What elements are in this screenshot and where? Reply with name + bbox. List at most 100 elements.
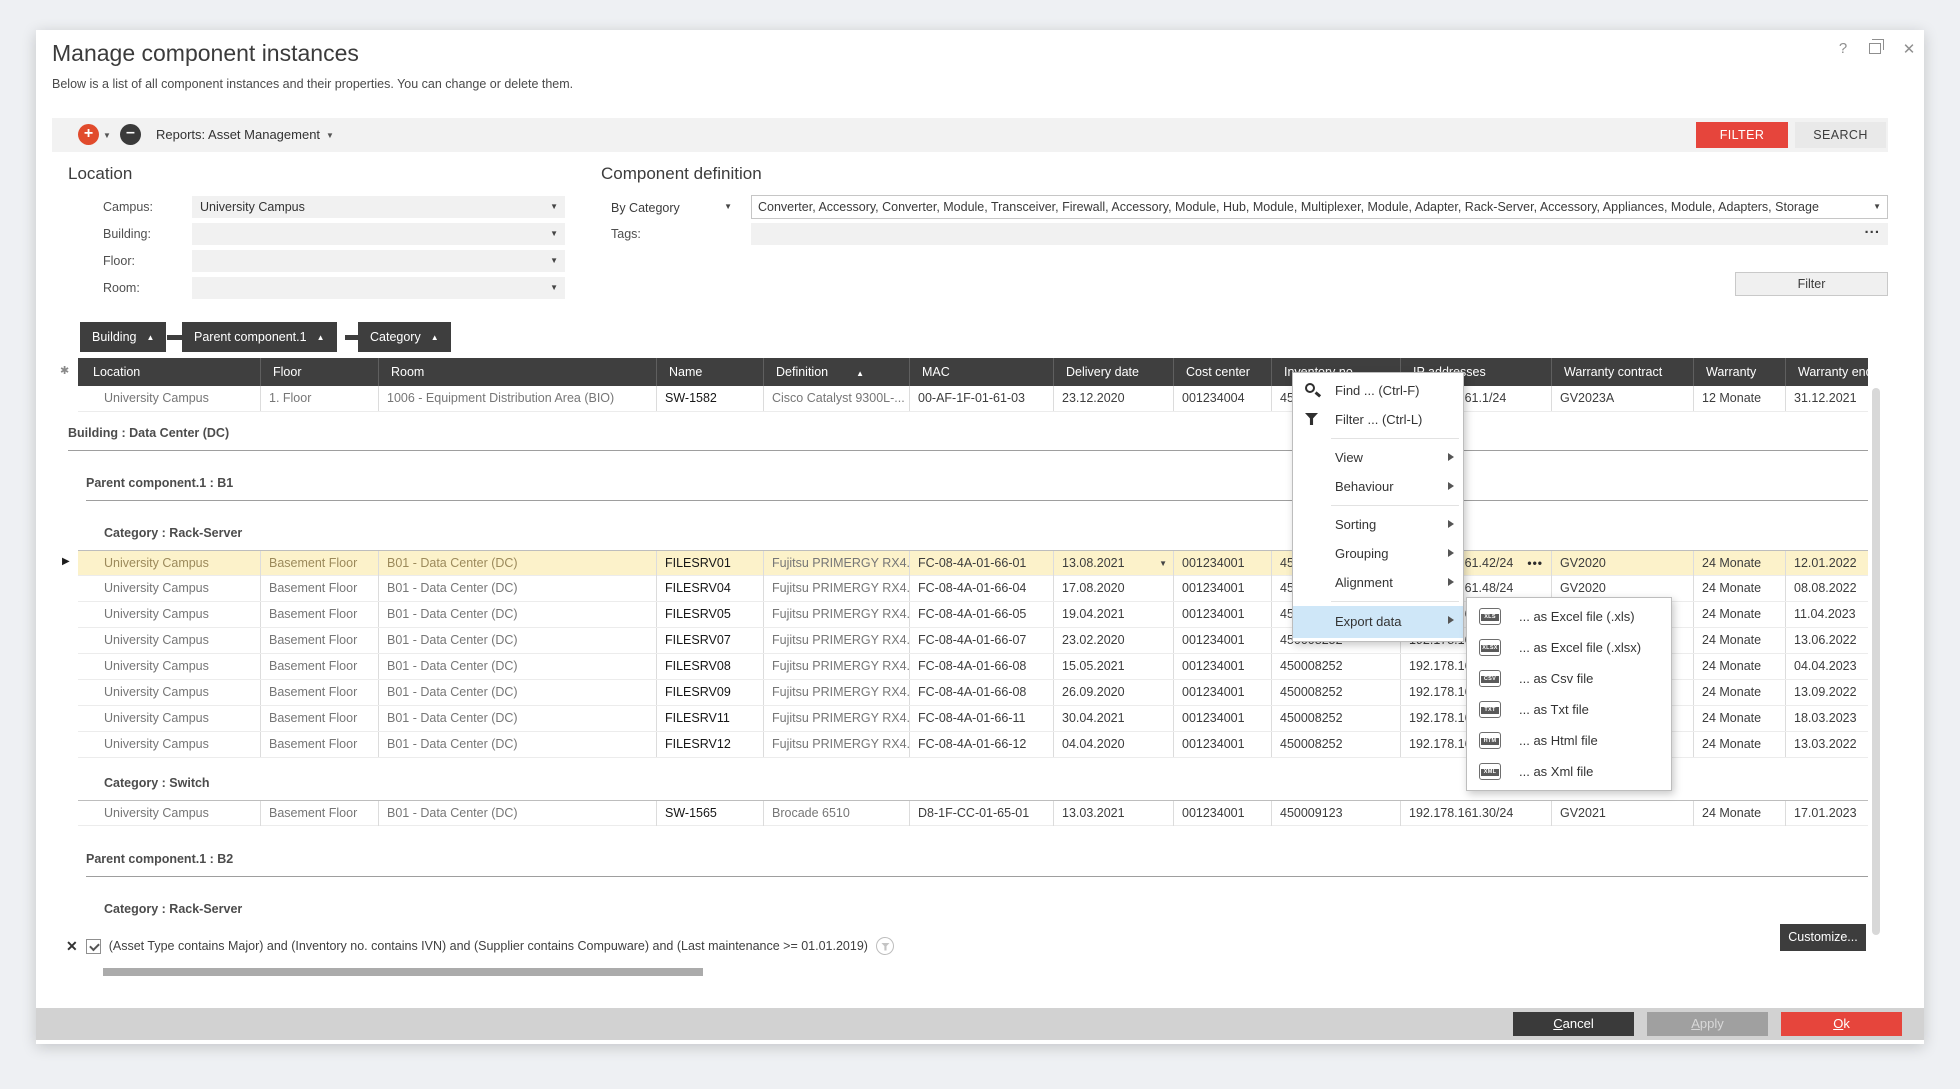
campus-select[interactable]: University Campus▼: [192, 196, 565, 218]
more-icon[interactable]: •••: [1527, 551, 1543, 576]
group-header-category-rack: Category : Rack-Server: [104, 526, 242, 540]
menu-item-alignment[interactable]: Alignment: [1293, 568, 1463, 597]
group-header-parent-b2: Parent component.1 : B2: [86, 852, 233, 866]
column-header-definition[interactable]: Definition▲: [764, 358, 910, 386]
submenu-arrow-icon: [1448, 482, 1454, 490]
filter-funnel-icon[interactable]: [876, 937, 894, 955]
horizontal-scrollbar[interactable]: [103, 968, 703, 976]
cell-warranty: 24 Monate: [1694, 706, 1786, 731]
cell-room: B01 - Data Center (DC): [379, 602, 657, 627]
group-header-category-switch: Category : Switch: [104, 776, 210, 790]
cell-floor: Basement Floor: [261, 680, 379, 705]
cell-definition: Fujitsu PRIMERGY RX4...: [764, 654, 910, 679]
cell-definition: Fujitsu PRIMERGY RX4...: [764, 628, 910, 653]
column-config-icon[interactable]: ✱: [60, 364, 69, 377]
room-select[interactable]: ▼: [192, 277, 565, 299]
cell-mac: FC-08-4A-01-66-07: [910, 628, 1054, 653]
ok-button[interactable]: Ok: [1781, 1012, 1902, 1036]
remove-button[interactable]: –: [120, 124, 141, 145]
tags-field[interactable]: ...: [751, 223, 1888, 245]
cell-warranty: 24 Monate: [1694, 654, 1786, 679]
apply-button[interactable]: Apply: [1647, 1012, 1768, 1036]
cancel-button[interactable]: Cancel: [1513, 1012, 1634, 1036]
table-rows-switch: University CampusBasement FloorB01 - Dat…: [78, 800, 1868, 826]
export-xls-menu-item[interactable]: XLS... as Excel file (.xls): [1467, 601, 1671, 632]
group-chip-category[interactable]: Category▲: [358, 322, 451, 352]
cell-cost-center: 001234001: [1174, 706, 1272, 731]
export-xml-menu-item[interactable]: XML... as Xml file: [1467, 756, 1671, 787]
column-header-delivery-date[interactable]: Delivery date: [1054, 358, 1174, 386]
menu-item-behaviour[interactable]: Behaviour: [1293, 472, 1463, 501]
filter-tab-button[interactable]: FILTER: [1696, 122, 1788, 148]
export-csv-menu-item[interactable]: CSV... as Csv file: [1467, 663, 1671, 694]
context-menu: Find ... (Ctrl-F) Filter ... (Ctrl-L) Vi…: [1292, 372, 1464, 642]
menu-item-filter[interactable]: Filter ... (Ctrl-L): [1293, 405, 1463, 434]
cell-cost-center: 001234001: [1174, 602, 1272, 627]
cell-warranty: 24 Monate: [1694, 628, 1786, 653]
filter-expression-bar: ✕ (Asset Type contains Major) and (Inven…: [66, 936, 894, 956]
menu-item-grouping[interactable]: Grouping: [1293, 539, 1463, 568]
menu-item-sorting[interactable]: Sorting: [1293, 510, 1463, 539]
page-subtitle: Below is a list of all component instanc…: [52, 77, 573, 91]
chevron-down-icon: ▼: [550, 250, 558, 272]
column-header-room[interactable]: Room: [379, 358, 657, 386]
vertical-scrollbar[interactable]: [1872, 388, 1880, 935]
cell-warranty: 24 Monate: [1694, 576, 1786, 601]
reports-dropdown[interactable]: Reports: Asset Management▼: [156, 127, 334, 142]
export-xlsx-menu-item[interactable]: XLSX... as Excel file (.xlsx): [1467, 632, 1671, 663]
column-header-cost-center[interactable]: Cost center: [1174, 358, 1272, 386]
add-button[interactable]: +: [78, 124, 99, 145]
cell-warranty: 24 Monate: [1694, 602, 1786, 627]
table-row[interactable]: University CampusBasement FloorB01 - Dat…: [78, 800, 1868, 826]
cell-warranty-end: 12.01.2022: [1786, 551, 1868, 576]
add-dropdown-icon[interactable]: ▼: [103, 131, 111, 140]
column-header-warranty-contract[interactable]: Warranty contract: [1552, 358, 1694, 386]
menu-item-export-data[interactable]: Export data: [1293, 606, 1463, 638]
floor-select[interactable]: ▼: [192, 250, 565, 272]
menu-item-find[interactable]: Find ... (Ctrl-F): [1293, 376, 1463, 405]
restore-window-icon[interactable]: [1869, 43, 1881, 54]
more-icon[interactable]: ...: [1864, 220, 1880, 237]
export-txt-menu-item[interactable]: TXT... as Txt file: [1467, 694, 1671, 725]
cell-location: University Campus: [78, 732, 261, 757]
cell-room: B01 - Data Center (DC): [379, 801, 657, 826]
cell-location: University Campus: [78, 706, 261, 731]
help-icon[interactable]: ?: [1832, 40, 1854, 57]
cell-room: B01 - Data Center (DC): [379, 551, 657, 576]
close-icon[interactable]: ✕: [1898, 40, 1920, 58]
table-row[interactable]: University CampusBasement FloorB01 - Dat…: [78, 550, 1868, 576]
export-htm-menu-item[interactable]: HTM... as Html file: [1467, 725, 1671, 756]
column-header-name[interactable]: Name: [657, 358, 764, 386]
cell-warranty-end: 18.03.2023: [1786, 706, 1868, 731]
column-header-floor[interactable]: Floor: [261, 358, 379, 386]
cell-delivery-date: 26.09.2020: [1054, 680, 1174, 705]
location-heading: Location: [68, 164, 132, 184]
menu-item-view[interactable]: View: [1293, 443, 1463, 472]
cell-location: University Campus: [78, 602, 261, 627]
group-chip-building[interactable]: Building▲: [80, 322, 166, 352]
column-header-mac[interactable]: MAC: [910, 358, 1054, 386]
page-title: Manage component instances: [52, 40, 359, 67]
building-select[interactable]: ▼: [192, 223, 565, 245]
cell-floor: Basement Floor: [261, 801, 379, 826]
table-row[interactable]: University Campus1. Floor1006 - Equipmen…: [78, 386, 1868, 412]
cell-mac: FC-08-4A-01-66-05: [910, 602, 1054, 627]
cell-name: FILESRV01: [657, 551, 764, 576]
column-header-warranty[interactable]: Warranty: [1694, 358, 1786, 386]
column-header-warranty-end[interactable]: Warranty end: [1786, 358, 1868, 386]
column-header-location[interactable]: Location: [78, 358, 261, 386]
group-chip-parent-component[interactable]: Parent component.1▲: [182, 322, 337, 352]
cell-name: FILESRV08: [657, 654, 764, 679]
by-category-select[interactable]: By Category▼: [611, 196, 739, 220]
chevron-down-icon[interactable]: ▼: [1159, 551, 1167, 576]
room-label: Room:: [103, 281, 140, 295]
categories-field[interactable]: Converter, Accessory, Converter, Module,…: [751, 195, 1888, 219]
apply-filter-button[interactable]: Filter: [1735, 272, 1888, 296]
cell-delivery-date: 15.05.2021: [1054, 654, 1174, 679]
customize-button[interactable]: Customize...: [1780, 924, 1866, 951]
filter-active-checkbox[interactable]: [86, 939, 101, 954]
cell-name: SW-1565: [657, 801, 764, 826]
remove-filter-icon[interactable]: ✕: [66, 938, 78, 954]
search-tab-button[interactable]: SEARCH: [1795, 122, 1886, 148]
chevron-down-icon: ▼: [724, 196, 732, 218]
